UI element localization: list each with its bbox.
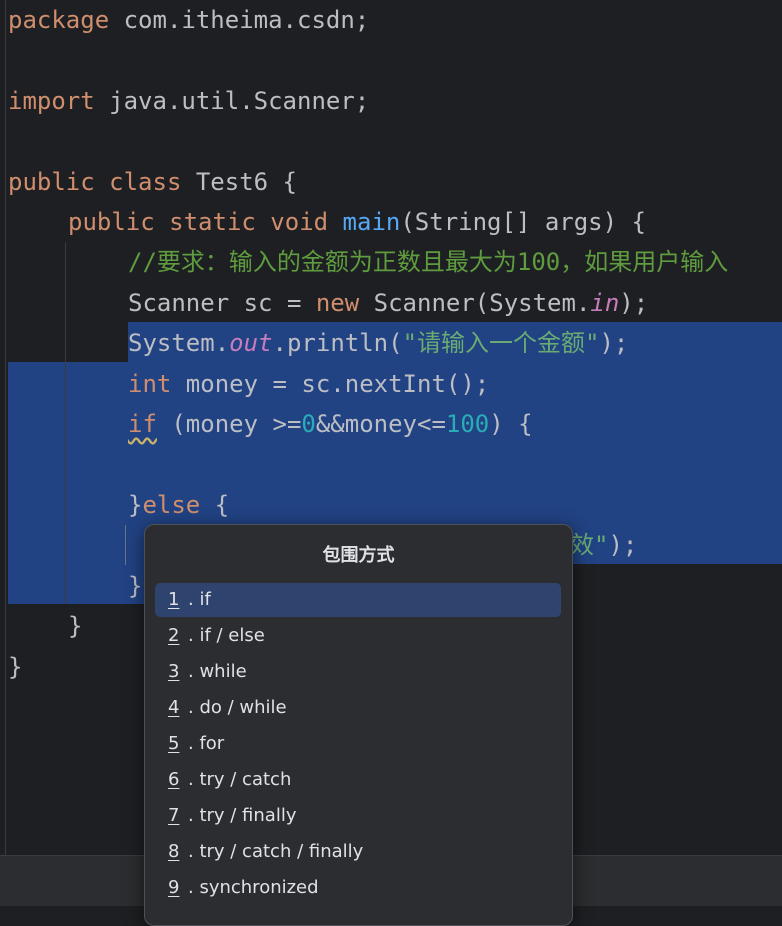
indent-guide [125,525,126,565]
code-line-13[interactable]: }else { [128,485,229,525]
code-line-17[interactable]: } [8,647,22,687]
surround-option-try-finally[interactable]: 7. try / finally [155,799,561,833]
code-line-10[interactable]: int money = sc.nextInt(); [128,364,489,404]
code-line-7[interactable]: //要求：输入的金额为正数且最大为100，如果用户输入 [128,242,728,282]
code-line-15[interactable]: } [128,566,142,606]
code-line-9[interactable]: System.out.println("请输入一个金额"); [128,323,628,363]
selection-highlight [8,564,148,605]
indent-guide [5,0,6,855]
surround-option-if-else[interactable]: 2. if / else [155,619,561,653]
code-line-8[interactable]: Scanner sc = new Scanner(System.in); [128,283,648,323]
code-line-14[interactable]: 效"); [570,525,637,565]
surround-option-while[interactable]: 3. while [155,655,561,689]
code-line-3[interactable]: import java.util.Scanner; [8,81,369,121]
surround-option-if[interactable]: 1. if [155,583,561,617]
indent-guide [65,242,66,604]
surround-option-do-while[interactable]: 4. do / while [155,691,561,725]
code-line-5[interactable]: public class Test6 { [8,162,297,202]
surround-option-try-catch-finally[interactable]: 8. try / catch / finally [155,835,561,869]
code-line-16[interactable]: } [68,606,82,646]
surround-option-synchronized[interactable]: 9. synchronized [155,871,561,905]
code-line-6[interactable]: public static void main(String[] args) { [68,202,646,242]
code-line-11[interactable]: if (money >=0&&money<=100) { [128,404,533,444]
surround-option-try-catch[interactable]: 6. try / catch [155,763,561,797]
surround-option-for[interactable]: 5. for [155,727,561,761]
popup-title: 包围方式 [322,545,395,566]
code-line-1[interactable]: package com.itheima.csdn; [8,0,369,40]
surround-with-popup[interactable]: 包围方式 1. if 2. if / else 3. while 4. do /… [144,524,573,926]
